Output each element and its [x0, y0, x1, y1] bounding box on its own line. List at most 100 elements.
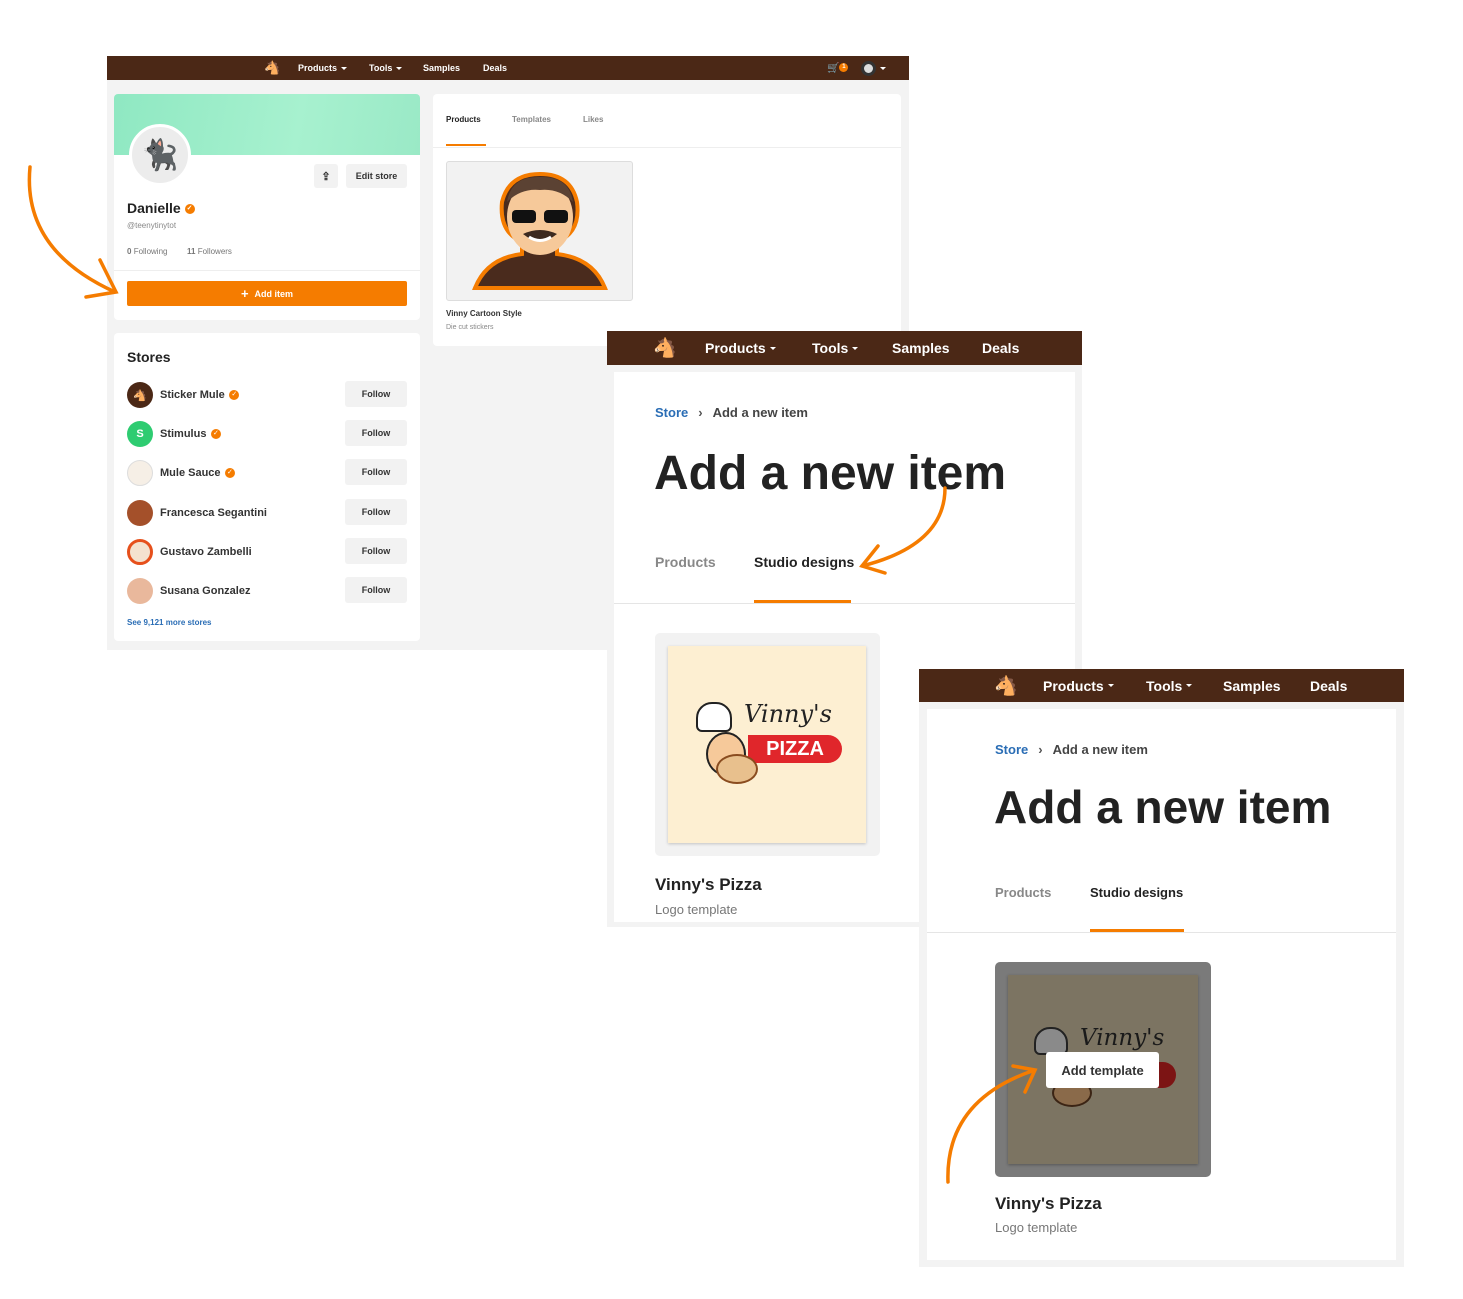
nav-deals[interactable]: Deals — [1310, 678, 1347, 694]
tab-templates[interactable]: Templates — [512, 115, 551, 124]
product-thumbnail[interactable] — [446, 161, 633, 301]
store-name[interactable]: Mule Sauce — [160, 467, 221, 479]
pizza-icon — [716, 754, 758, 784]
nav-label: Tools — [812, 340, 849, 356]
store-content-card: Products Templates Likes Vinny Cartoon S… — [433, 94, 901, 346]
caret-down-icon — [852, 346, 859, 350]
follow-button[interactable]: Follow — [345, 499, 407, 525]
add-item-card: Store › Add a new item Add a new item Prod… — [927, 709, 1396, 1260]
caret-down-icon — [769, 346, 776, 350]
store-name[interactable]: Sticker Mule — [160, 389, 225, 401]
verified-badge-icon: ✓ — [224, 468, 235, 478]
breadcrumb: Store › Add a new item — [995, 742, 1148, 757]
tab-studio-designs[interactable]: Studio designs — [1090, 885, 1183, 900]
verified-badge-icon: ✓ — [210, 429, 221, 439]
store-name[interactable]: Susana Gonzalez — [160, 585, 250, 597]
tab-studio-designs[interactable]: Studio designs — [754, 554, 854, 570]
nav-label: Products — [298, 63, 338, 73]
caret-down-icon — [880, 66, 886, 70]
stores-card: Stores 🐴 Sticker Mule ✓ Follow S Stimulus ✓… — [114, 333, 420, 641]
page-title: Add a new item — [654, 447, 1007, 500]
nav-samples[interactable]: Samples — [892, 340, 950, 356]
mule-logo-icon[interactable]: 🐴 — [264, 60, 280, 76]
add-item-button[interactable]: + Add item — [127, 281, 407, 306]
nav-deals[interactable]: Deals — [483, 63, 507, 73]
share-button[interactable]: ⇪ — [314, 164, 338, 188]
profile-card: 🐈‍⬛ ⇪ Edit store Danielle ✓ @teenytinyto… — [114, 94, 420, 320]
breadcrumb-store-link[interactable]: Store — [995, 742, 1028, 757]
plus-icon: + — [240, 286, 249, 301]
store-name[interactable]: Gustavo Zambelli — [160, 546, 252, 558]
verified-badge-icon: ✓ — [184, 204, 195, 215]
mule-logo-icon[interactable]: 🐴 — [653, 336, 677, 360]
logo-script-text: Vinny's — [744, 700, 832, 728]
nav-products[interactable]: Products — [298, 63, 348, 73]
template-card[interactable]: Vinny's PIZZA — [655, 633, 880, 856]
follow-button[interactable]: Follow — [345, 381, 407, 407]
template-card-hovered[interactable]: Vinny's Add template — [995, 962, 1211, 1177]
store-name[interactable]: Stimulus — [160, 428, 206, 440]
followers-count[interactable]: 11 Followers — [187, 247, 232, 256]
chef-hat-icon — [1034, 1027, 1068, 1055]
breadcrumb: Store › Add a new item — [655, 405, 808, 420]
breadcrumb-current: Add a new item — [712, 405, 808, 420]
cartoon-man-sticker-image — [472, 171, 608, 290]
follow-button[interactable]: Follow — [345, 459, 407, 485]
nav-tools[interactable]: Tools — [812, 340, 859, 356]
store-avatar — [127, 578, 153, 604]
caret-down-icon — [396, 66, 403, 70]
divider — [433, 147, 901, 148]
follow-button[interactable]: Follow — [345, 577, 407, 603]
tab-products[interactable]: Products — [446, 115, 481, 124]
template-subtitle: Logo template — [655, 902, 738, 917]
template-title[interactable]: Vinny's Pizza — [995, 1194, 1102, 1214]
nav-label: Products — [705, 340, 766, 356]
mule-logo-icon[interactable]: 🐴 — [994, 674, 1018, 698]
tab-likes[interactable]: Likes — [583, 115, 603, 124]
more-stores-link[interactable]: See 9,121 more stores — [127, 618, 212, 627]
product-title[interactable]: Vinny Cartoon Style — [446, 309, 522, 318]
nav-products[interactable]: Products — [705, 340, 776, 356]
add-item-label: Add item — [254, 288, 294, 299]
profile-handle: @teenytinytot — [127, 221, 177, 230]
caret-down-icon — [1186, 684, 1193, 687]
nav-tools[interactable]: Tools — [1146, 677, 1193, 694]
nav-label: Tools — [1146, 677, 1183, 694]
nav-samples[interactable]: Samples — [423, 63, 460, 73]
user-avatar-menu[interactable] — [861, 60, 886, 76]
followers-number: 11 — [187, 247, 196, 256]
chevron-right-icon: › — [1038, 742, 1043, 757]
nav-label: Products — [1043, 677, 1104, 694]
breadcrumb-current: Add a new item — [1052, 742, 1148, 757]
logo-pizza-text: PIZZA — [748, 735, 842, 763]
logo-script-text: Vinny's — [1080, 1025, 1165, 1051]
store-avatar: 🐴 — [127, 382, 153, 408]
tab-products[interactable]: Products — [655, 554, 716, 570]
cart-badge: 1 — [839, 62, 849, 72]
followers-label: Followers — [197, 247, 232, 256]
tab-products[interactable]: Products — [995, 885, 1051, 900]
nav-label: Tools — [369, 63, 393, 73]
nav-deals[interactable]: Deals — [982, 340, 1019, 356]
page-title: Add a new item — [994, 781, 1332, 833]
divider — [114, 270, 420, 271]
store-name[interactable]: Francesca Segantini — [160, 507, 267, 519]
edit-store-button[interactable]: Edit store — [346, 164, 407, 188]
store-avatar — [127, 500, 153, 526]
follow-button[interactable]: Follow — [345, 420, 407, 446]
template-title[interactable]: Vinny's Pizza — [655, 875, 762, 895]
caret-down-icon — [341, 66, 348, 70]
cart-icon[interactable]: 🛒 1 — [827, 62, 849, 74]
template-subtitle: Logo template — [995, 1220, 1078, 1235]
follow-button[interactable]: Follow — [345, 538, 407, 564]
breadcrumb-store-link[interactable]: Store — [655, 405, 688, 420]
nav-samples[interactable]: Samples — [1223, 678, 1281, 694]
nav-tools[interactable]: Tools — [369, 63, 403, 73]
nav-products[interactable]: Products — [1043, 678, 1114, 694]
add-template-button[interactable]: Add template — [1046, 1052, 1159, 1088]
profile-name: Danielle — [127, 200, 181, 216]
following-count[interactable]: 0 Following — [127, 247, 167, 256]
verified-badge-icon: ✓ — [229, 390, 240, 400]
top-nav: 🐴 Products Tools Samples Deals — [607, 331, 1082, 365]
product-subtitle: Die cut stickers — [446, 324, 494, 331]
